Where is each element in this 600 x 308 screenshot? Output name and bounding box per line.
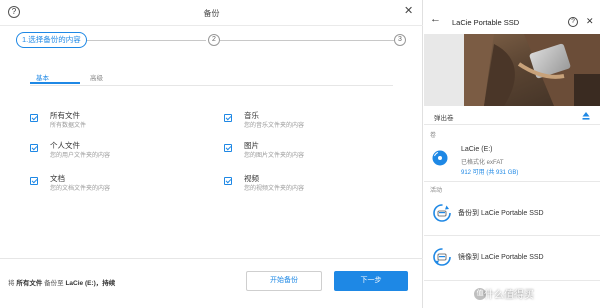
action-label: 镜像到 LaCie Portable SSD: [458, 254, 544, 261]
step-indicator: 1.选择备份的内容 2 3: [16, 32, 410, 48]
device-panel: ← LaCie Portable SSD ? ✕ 弹出卷 卷 LaCie (E:…: [424, 0, 600, 308]
close-icon[interactable]: ✕: [586, 16, 594, 27]
step-2-circle[interactable]: 2: [208, 34, 220, 46]
checkbox[interactable]: [30, 114, 38, 122]
option-subtitle: 您的文档文件夹的内容: [50, 186, 111, 192]
back-arrow-icon[interactable]: ←: [430, 14, 441, 25]
mirror-to-device-action[interactable]: 镜像到 LaCie Portable SSD: [424, 237, 600, 277]
checkbox[interactable]: [30, 177, 38, 185]
device-photo: [424, 34, 600, 106]
close-icon[interactable]: ✕: [404, 6, 413, 17]
disk-volume-icon: [432, 150, 448, 166]
checkbox[interactable]: [30, 144, 38, 152]
action-label: 备份到 LaCie Portable SSD: [458, 210, 544, 217]
checkbox[interactable]: [224, 114, 232, 122]
summary-suffix: ，持续: [95, 280, 116, 287]
divider: [424, 235, 600, 236]
checkbox[interactable]: [224, 144, 232, 152]
start-backup-button[interactable]: 开始备份: [246, 271, 322, 291]
eject-label: 弹出卷: [434, 115, 454, 122]
volumes-section-label: 卷: [430, 133, 437, 139]
backup-dialog: ? 备份 ✕ 1.选择备份的内容 2 3 基本 高级 所有文件 所有数据文件 个…: [0, 0, 423, 308]
summary-middle: 备份至: [44, 280, 64, 287]
volume-format: 已格式化 exFAT: [461, 160, 504, 166]
device-photo-illustration: [424, 34, 600, 106]
eject-row[interactable]: 弹出卷: [424, 110, 600, 124]
panel-header: ← LaCie Portable SSD ? ✕: [424, 0, 600, 34]
backup-to-device-action[interactable]: 备份到 LaCie Portable SSD: [424, 193, 600, 233]
option-subtitle: 您的视频文件夹的内容: [244, 186, 305, 192]
step-1-pill[interactable]: 1.选择备份的内容: [16, 32, 87, 48]
checkbox[interactable]: [224, 177, 232, 185]
option-subtitle: 您的音乐文件夹的内容: [244, 123, 305, 129]
mirror-icon: [433, 248, 451, 266]
summary-prefix: 将: [8, 280, 15, 287]
divider: [0, 258, 423, 259]
help-icon[interactable]: ?: [568, 17, 578, 27]
active-tab-indicator: [30, 82, 80, 84]
divider: [424, 181, 600, 182]
volume-name: LaCie (E:): [461, 146, 493, 153]
option-subtitle: 您的图片文件夹的内容: [244, 153, 305, 159]
step-3-circle[interactable]: 3: [394, 34, 406, 46]
step-connector: [82, 40, 206, 41]
tab-basic[interactable]: 基本: [36, 72, 49, 82]
summary-target: LaCie (E:): [65, 280, 96, 287]
divider: [424, 124, 600, 125]
panel-title: LaCie Portable SSD: [452, 18, 520, 27]
step-connector: [220, 40, 394, 41]
dialog-title: 备份: [203, 9, 220, 18]
option-subtitle: 所有数据文件: [50, 123, 87, 129]
eject-icon[interactable]: [582, 111, 590, 121]
volume-capacity: 912 可用 (共 931 GB): [461, 170, 519, 176]
option-subtitle: 您的用户文件夹的内容: [50, 153, 111, 159]
divider: [30, 85, 393, 86]
tab-advanced[interactable]: 高级: [90, 72, 103, 82]
dialog-titlebar: ? 备份 ✕: [0, 0, 423, 26]
next-button[interactable]: 下一步: [334, 271, 408, 291]
backup-summary: 将 所有文件 备份至 LaCie (E:)，持续: [8, 277, 115, 287]
backup-icon: [433, 204, 451, 222]
divider: [424, 280, 600, 281]
summary-what: 所有文件: [16, 280, 43, 287]
watermark-text: 什么值得买: [484, 290, 534, 301]
